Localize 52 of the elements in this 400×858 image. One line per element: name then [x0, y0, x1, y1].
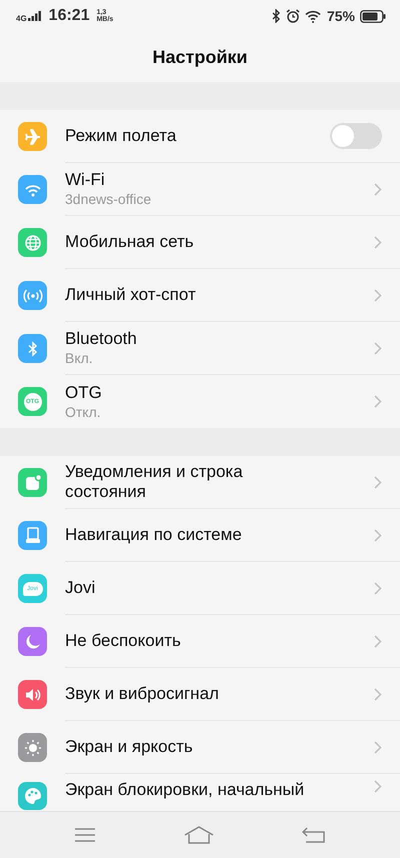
item-title: Навигация по системе [65, 525, 242, 545]
settings-item[interactable]: Личный хот-спот [0, 269, 400, 322]
back-icon[interactable] [302, 827, 326, 843]
chevron-icon [374, 528, 382, 542]
chevron-icon [374, 780, 382, 793]
clock: 16:21 [48, 7, 90, 25]
page-title: Настройки [152, 46, 248, 68]
settings-item[interactable]: Навигация по системе [0, 509, 400, 562]
item-subtitle: Откл. [65, 402, 102, 420]
item-title: Wi-Fi [65, 170, 106, 190]
item-title: Экран блокировки, начальный [65, 780, 304, 800]
item-title: Не беспокоить [65, 631, 181, 651]
item-title: Jovi [65, 578, 96, 598]
chevron-icon [374, 182, 382, 196]
item-title: Мобильная сеть [65, 232, 194, 252]
item-title: OTG [65, 382, 102, 402]
chevron-icon [374, 634, 382, 648]
chevron-icon [374, 476, 382, 488]
home-icon[interactable] [184, 826, 214, 844]
settings-item[interactable]: Уведомления и строка состояния [0, 456, 400, 509]
chevron-icon [374, 740, 382, 754]
item-title: Личный хот-спот [65, 285, 196, 305]
item-title: Режим полета [65, 126, 176, 146]
item-subtitle: Вкл. [65, 349, 94, 367]
settings-item[interactable]: Wi-Fi 3dnews-office [0, 163, 400, 216]
wifi-icon [304, 10, 322, 22]
alarm-clock-icon [286, 9, 300, 23]
settings-item[interactable]: Режим полета [0, 110, 400, 163]
settings-item[interactable]: Экран и яркость [0, 721, 400, 774]
settings-item[interactable]: Bluetooth Вкл. [0, 322, 400, 375]
settings-item[interactable]: Экран блокировки, начальный [0, 774, 400, 810]
chevron-icon [374, 236, 382, 248]
chevron-icon [374, 688, 382, 700]
battery-icon [360, 10, 386, 22]
toggle-switch[interactable] [330, 123, 382, 149]
chevron-icon [374, 342, 382, 354]
chevron-icon [374, 582, 382, 594]
item-title: Звук и вибросигнал [65, 684, 219, 704]
chevron-icon [374, 395, 382, 408]
item-title: Уведомления и строка состояния [65, 462, 244, 502]
menu-icon[interactable] [74, 827, 96, 843]
item-title: Экран и яркость [65, 737, 193, 757]
settings-item[interactable]: Не беспокоить [0, 615, 400, 668]
signal-icon [28, 11, 42, 21]
battery-percent: 75% [326, 8, 355, 24]
bluetooth-icon [272, 9, 281, 23]
settings-item[interactable]: Мобильная сеть [0, 216, 400, 269]
settings-item[interactable]: Звук и вибросигнал [0, 668, 400, 721]
chevron-icon [374, 288, 382, 302]
item-subtitle: 3dnews-office [65, 190, 152, 208]
network-type: 4G [16, 14, 27, 23]
item-title: Bluetooth [65, 329, 137, 349]
